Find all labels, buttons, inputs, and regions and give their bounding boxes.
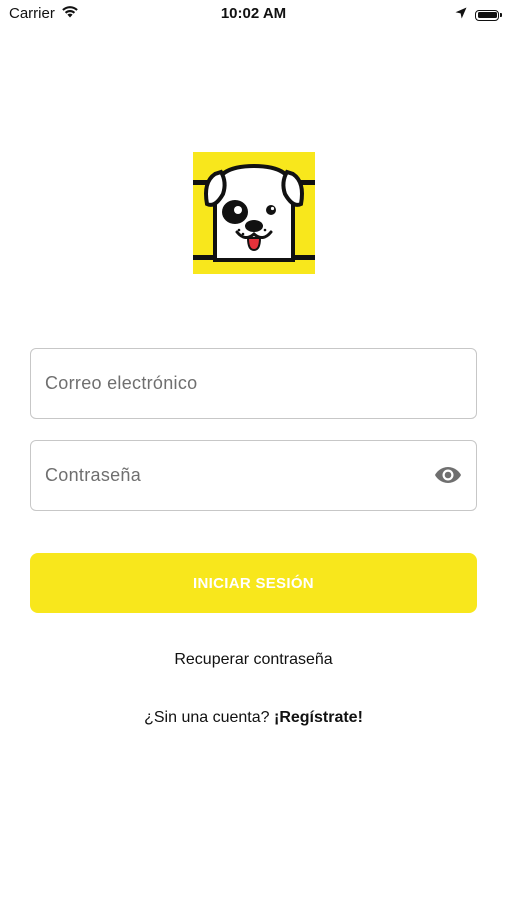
- dog-logo: [193, 152, 315, 274]
- password-field-container: [30, 440, 477, 511]
- battery-icon: [475, 9, 502, 21]
- recover-password-link[interactable]: Recuperar contraseña: [0, 651, 507, 669]
- location-arrow-icon: [455, 6, 467, 24]
- eye-icon[interactable]: [434, 464, 462, 486]
- register-link[interactable]: ¡Regístrate!: [274, 709, 363, 726]
- status-bar: Carrier 10:02 AM: [0, 0, 507, 28]
- login-button[interactable]: INICIAR SESIÓN: [30, 553, 477, 613]
- register-row: ¿Sin una cuenta? ¡Regístrate!: [0, 709, 507, 727]
- status-time: 10:02 AM: [220, 5, 287, 22]
- no-account-label: ¿Sin una cuenta?: [144, 709, 270, 726]
- email-input[interactable]: [31, 349, 476, 418]
- password-input[interactable]: [31, 441, 476, 510]
- email-field-container: [30, 348, 477, 419]
- status-right-group: [455, 6, 502, 24]
